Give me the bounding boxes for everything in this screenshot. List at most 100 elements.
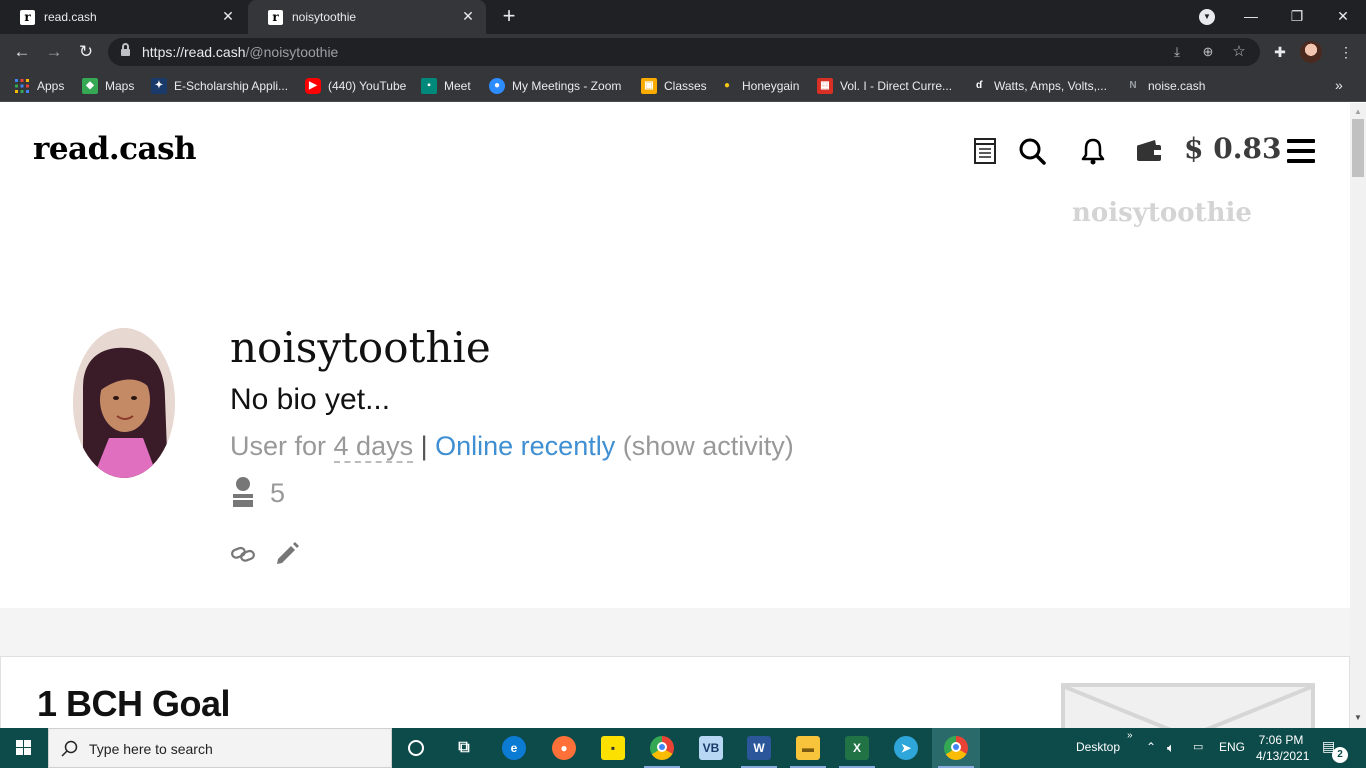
notification-count-badge: 2 (1332, 747, 1348, 763)
reload-icon[interactable]: ↻ (74, 40, 98, 64)
toolbar-expand-icon[interactable]: » (1127, 730, 1133, 741)
taskbar-search-box[interactable]: Type here to search (48, 728, 392, 768)
bookmark-label: E-Scholarship Appli... (174, 79, 289, 93)
bookmark-maps[interactable]: ◆ Maps (82, 77, 134, 95)
hamburger-menu-icon[interactable] (1287, 139, 1315, 163)
battery-icon[interactable]: ▭ (1193, 740, 1203, 753)
close-icon[interactable]: ✕ (220, 8, 236, 24)
search-icon[interactable] (1017, 136, 1047, 166)
envelope-icon (1064, 685, 1312, 728)
language-indicator[interactable]: ENG (1219, 740, 1245, 754)
tab-read-cash[interactable]: r read.cash ✕ (0, 0, 246, 34)
system-clock[interactable]: 7:06 PM 4/13/2021 (1256, 732, 1309, 764)
article-title[interactable]: 1 BCH Goal (37, 683, 231, 725)
taskbar-search-placeholder: Type here to search (89, 741, 213, 757)
desktop-toolbar-label[interactable]: Desktop (1076, 740, 1120, 754)
maps-icon: ◆ (82, 78, 98, 94)
bookmark-honeygain[interactable]: ● Honeygain (719, 77, 799, 95)
taskbar-vb[interactable]: VB (687, 728, 735, 768)
taskbar-telegram[interactable]: ➤ (882, 728, 930, 768)
zoom-icon[interactable]: ⊕ (1199, 43, 1217, 61)
site-logo[interactable]: read.cash (33, 131, 197, 167)
online-status-link[interactable]: Online recently (435, 431, 615, 461)
bookmark-watts[interactable]: ɗ Watts, Amps, Volts,... (971, 77, 1107, 95)
article-thumbnail[interactable] (1061, 683, 1315, 728)
minimize-button[interactable]: — (1228, 0, 1274, 32)
link-icon[interactable] (230, 543, 256, 565)
word-icon: W (747, 736, 771, 760)
bell-icon[interactable] (1078, 136, 1108, 166)
install-icon[interactable]: ⤓ (1168, 43, 1186, 61)
bookmark-youtube[interactable]: ▶ (440) YouTube (305, 77, 406, 95)
profile-name-faded: noisytoothie (1072, 198, 1252, 228)
forward-arrow-icon[interactable]: → (42, 40, 66, 64)
lock-icon[interactable] (121, 43, 130, 57)
close-icon[interactable]: ✕ (460, 8, 476, 24)
tab-noisytoothie[interactable]: r noisytoothie ✕ (248, 0, 486, 34)
bookmark-label: Apps (37, 79, 65, 93)
extensions-puzzle-icon[interactable]: ✚ (1270, 42, 1290, 62)
restore-button[interactable]: ❐ (1274, 0, 1320, 32)
user-for-label: User for (230, 431, 334, 461)
apps-grid-icon (14, 78, 30, 94)
cortana-button[interactable] (392, 728, 440, 768)
bookmark-e-scholarship[interactable]: ✦ E-Scholarship Appli... (151, 77, 288, 95)
show-activity-link[interactable]: (show activity) (615, 431, 794, 461)
taskbar-chrome[interactable] (638, 728, 686, 768)
bookmark-zoom[interactable]: ● My Meetings - Zoom (489, 77, 621, 95)
bookmarks-bar: Apps ◆ Maps ✦ E-Scholarship Appli... ▶ (… (0, 70, 1366, 102)
close-window-button[interactable]: ✕ (1320, 0, 1366, 32)
back-arrow-icon[interactable]: ← (10, 40, 34, 64)
new-tab-button[interactable]: + (498, 5, 520, 27)
vol-icon: ▦ (817, 78, 833, 94)
scroll-down-arrow-icon[interactable]: ▼ (1354, 713, 1362, 722)
taskbar-excel[interactable]: X (833, 728, 881, 768)
section-divider (0, 608, 1350, 660)
followers-icon (233, 477, 253, 507)
taskbar-chrome-active[interactable] (932, 728, 980, 768)
windows-taskbar: Type here to search ⧉ e ● ▪ VB W ▬ X ➤ D… (0, 728, 1366, 768)
taskbar-edge[interactable]: e (490, 728, 538, 768)
task-view-button[interactable]: ⧉ (440, 728, 488, 768)
volume-icon[interactable]: 🔈︎ (1167, 740, 1175, 756)
wallet-icon[interactable] (1134, 136, 1164, 166)
classroom-icon: ▣ (641, 78, 657, 94)
followers-count[interactable]: 5 (270, 478, 285, 509)
bookmark-vol-i[interactable]: ▦ Vol. I - Direct Curre... (817, 77, 952, 95)
tray-chevron-up-icon[interactable]: ⌃ (1146, 740, 1156, 754)
bookmark-label: Meet (444, 79, 471, 93)
scrollbar-thumb[interactable] (1352, 119, 1364, 177)
bookmark-star-icon[interactable]: ☆ (1230, 43, 1248, 61)
taskbar-chrome-2[interactable] (932, 728, 980, 768)
bookmark-classes[interactable]: ▣ Classes (641, 77, 707, 95)
profile-avatar-icon[interactable] (1300, 41, 1322, 63)
url-text[interactable]: https://read.cash/@noisytoothie (142, 44, 338, 60)
more-bookmarks-icon[interactable]: » (1335, 77, 1343, 93)
article-list-icon[interactable] (970, 136, 1000, 166)
pencil-edit-icon[interactable] (274, 540, 300, 566)
taskbar-firefox[interactable]: ● (540, 728, 588, 768)
article-card[interactable]: 1 BCH Goal (0, 656, 1350, 728)
bookmark-noise-cash[interactable]: N noise.cash (1125, 77, 1205, 95)
tab-search-icon[interactable]: ▼ (1199, 9, 1215, 25)
bookmark-label: Maps (105, 79, 135, 93)
bookmark-label: (440) YouTube (328, 79, 407, 93)
balance-amount[interactable]: $ 0.83 (1184, 132, 1281, 165)
taskbar-file-explorer[interactable]: ▬ (784, 728, 832, 768)
start-button[interactable] (0, 728, 48, 768)
taskbar-word[interactable]: W (735, 728, 783, 768)
bookmark-meet[interactable]: ▪ Meet (421, 77, 471, 95)
page-scrollbar[interactable]: ▲ ▼ (1350, 103, 1366, 728)
profile-name: noisytoothie (230, 323, 491, 372)
firefox-icon: ● (552, 736, 576, 760)
taskbar-sticky-notes[interactable]: ▪ (589, 728, 637, 768)
sticky-notes-icon: ▪ (601, 736, 625, 760)
address-bar[interactable]: https://read.cash/@noisytoothie ⤓ ⊕ ☆ (108, 38, 1260, 66)
scroll-up-arrow-icon[interactable]: ▲ (1354, 107, 1362, 116)
menu-kebab-icon[interactable]: ⋮ (1336, 42, 1356, 62)
scholarship-icon: ✦ (151, 78, 167, 94)
bookmark-apps[interactable]: Apps (14, 77, 64, 95)
chrome-icon (650, 736, 674, 760)
read-cash-favicon-icon: r (20, 9, 35, 25)
telegram-icon: ➤ (894, 736, 918, 760)
